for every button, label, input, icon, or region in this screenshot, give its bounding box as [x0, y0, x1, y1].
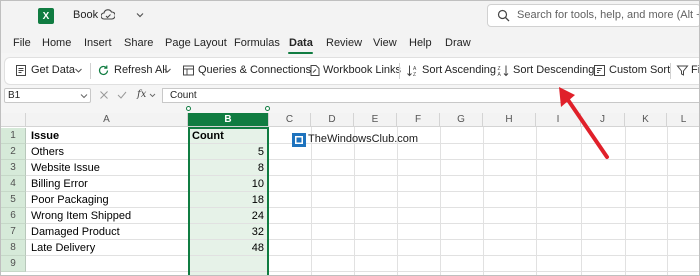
workbook-links-icon — [310, 65, 320, 76]
excel-logo-icon[interactable]: X — [38, 8, 54, 24]
selection-handle[interactable] — [186, 106, 191, 111]
insert-function-button[interactable]: fx — [137, 89, 146, 100]
tab-data[interactable]: Data — [289, 37, 313, 49]
row-header[interactable]: 2 — [1, 144, 26, 160]
row-gridline — [26, 271, 699, 272]
queries-connections-button[interactable]: Queries & Connections — [198, 64, 311, 76]
column-header-k[interactable]: K — [625, 113, 667, 127]
refresh-icon — [98, 65, 109, 76]
cell-a7[interactable]: Damaged Product — [31, 224, 120, 240]
sort-ascending-button[interactable]: Sort Ascending — [422, 64, 496, 76]
tab-file[interactable]: File — [13, 37, 31, 49]
custom-sort-icon — [594, 65, 605, 76]
queries-icon — [183, 65, 194, 76]
column-gridline — [311, 127, 312, 275]
tab-help[interactable]: Help — [409, 37, 432, 49]
workbook-links-button[interactable]: Workbook Links — [323, 64, 401, 76]
cell-a3[interactable]: Website Issue — [31, 160, 100, 176]
cancel-icon[interactable] — [99, 90, 109, 100]
row-header[interactable]: 3 — [1, 160, 26, 176]
row-header[interactable]: 7 — [1, 224, 26, 240]
excel-window: X Book Search for tools, help, and more … — [0, 0, 700, 276]
row-gridline — [26, 191, 699, 192]
autosave-icon[interactable] — [101, 9, 115, 21]
column-gridline — [625, 127, 626, 275]
row-gridline — [26, 239, 699, 240]
sort-ascending-icon: A Z — [407, 65, 417, 77]
column-gridline — [354, 127, 355, 275]
chevron-down-icon[interactable] — [149, 92, 156, 99]
enter-icon[interactable] — [117, 90, 127, 100]
refresh-all-button[interactable]: Refresh All — [114, 64, 167, 76]
column-gridline — [440, 127, 441, 275]
name-box-value: B1 — [8, 90, 21, 101]
column-header-l[interactable]: L — [667, 113, 699, 127]
row-gridline — [26, 255, 699, 256]
selection-handle[interactable] — [265, 106, 270, 111]
row-header[interactable]: 5 — [1, 192, 26, 208]
filter-icon — [676, 65, 689, 76]
ribbon-divider — [399, 63, 400, 79]
workbook-title[interactable]: Book — [73, 9, 98, 21]
active-tab-indicator — [288, 52, 313, 54]
tab-home[interactable]: Home — [42, 37, 71, 49]
tab-draw[interactable]: Draw — [445, 37, 471, 49]
row-header[interactable]: 4 — [1, 176, 26, 192]
cell-a4[interactable]: Billing Error — [31, 176, 88, 192]
svg-text:A: A — [498, 72, 502, 77]
sort-descending-icon: Z A — [498, 65, 509, 77]
chevron-down-icon[interactable] — [163, 64, 172, 77]
tab-page-layout[interactable]: Page Layout — [165, 37, 227, 49]
column-header-g[interactable]: G — [440, 113, 483, 127]
cell-a5[interactable]: Poor Packaging — [31, 192, 109, 208]
row-header[interactable]: 8 — [1, 240, 26, 256]
filter-button[interactable]: Fi — [691, 64, 699, 76]
cell-a6[interactable]: Wrong Item Shipped — [31, 208, 131, 224]
sort-descending-button[interactable]: Sort Descending — [513, 64, 594, 76]
tab-review[interactable]: Review — [326, 37, 362, 49]
search-input[interactable]: Search for tools, help, and more (Alt + … — [517, 9, 699, 21]
column-gridline — [536, 127, 537, 275]
column-header-d[interactable]: D — [311, 113, 354, 127]
column-gridline — [483, 127, 484, 275]
ribbon-divider — [670, 63, 671, 79]
custom-sort-button[interactable]: Custom Sort — [609, 64, 670, 76]
tab-share[interactable]: Share — [124, 37, 153, 49]
annotation-arrow-icon — [559, 87, 609, 159]
search-icon — [497, 9, 510, 22]
cell-a1[interactable]: Issue — [31, 128, 59, 144]
column-header-h[interactable]: H — [483, 113, 536, 127]
tab-formulas[interactable]: Formulas — [234, 37, 280, 49]
row-header[interactable]: 1 — [1, 128, 26, 144]
chevron-down-icon[interactable] — [74, 64, 83, 77]
column-gridline — [667, 127, 668, 275]
column-header-b[interactable]: B — [188, 113, 269, 127]
cell-a2[interactable]: Others — [31, 144, 64, 160]
svg-text:Z: Z — [413, 72, 416, 77]
column-header-f[interactable]: F — [397, 113, 440, 127]
column-gridline — [397, 127, 398, 275]
column-header-c[interactable]: C — [269, 113, 311, 127]
column-selection-border — [188, 127, 269, 275]
get-data-button[interactable]: Get Data — [31, 64, 75, 76]
row-header[interactable]: 9 — [1, 256, 26, 272]
tab-insert[interactable]: Insert — [84, 37, 112, 49]
column-header-a[interactable]: A — [26, 113, 188, 127]
watermark-text: TheWindowsClub.com — [308, 133, 419, 145]
cell-a8[interactable]: Late Delivery — [31, 240, 95, 256]
get-data-icon — [16, 65, 26, 76]
formula-value: Count — [170, 90, 197, 101]
chevron-down-icon[interactable] — [135, 10, 145, 20]
tab-view[interactable]: View — [373, 37, 397, 49]
row-gridline — [26, 175, 699, 176]
select-all-corner[interactable] — [1, 113, 26, 127]
row-header[interactable]: 6 — [1, 208, 26, 224]
chevron-down-icon[interactable] — [80, 92, 88, 100]
watermark-logo-icon — [292, 133, 306, 147]
formula-input[interactable] — [162, 88, 699, 103]
ribbon-divider — [90, 63, 91, 79]
column-header-e[interactable]: E — [354, 113, 397, 127]
